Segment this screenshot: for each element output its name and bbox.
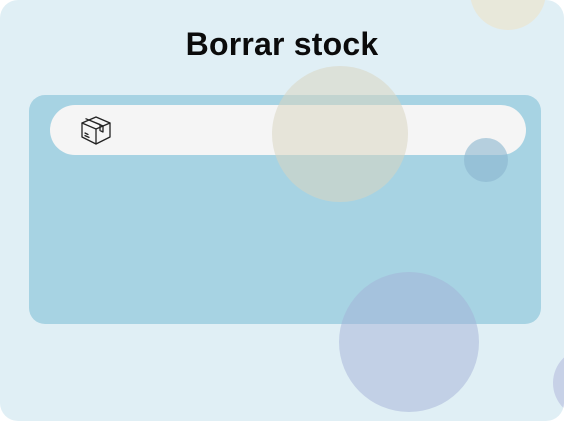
- stock-input[interactable]: [126, 113, 510, 149]
- form-panel: [29, 95, 541, 324]
- box-icon: [78, 113, 114, 147]
- page-title: Borrar stock: [185, 26, 379, 62]
- decorative-circle: [553, 348, 564, 418]
- window: Borrar stock: [0, 0, 564, 421]
- stock-field[interactable]: [50, 105, 526, 155]
